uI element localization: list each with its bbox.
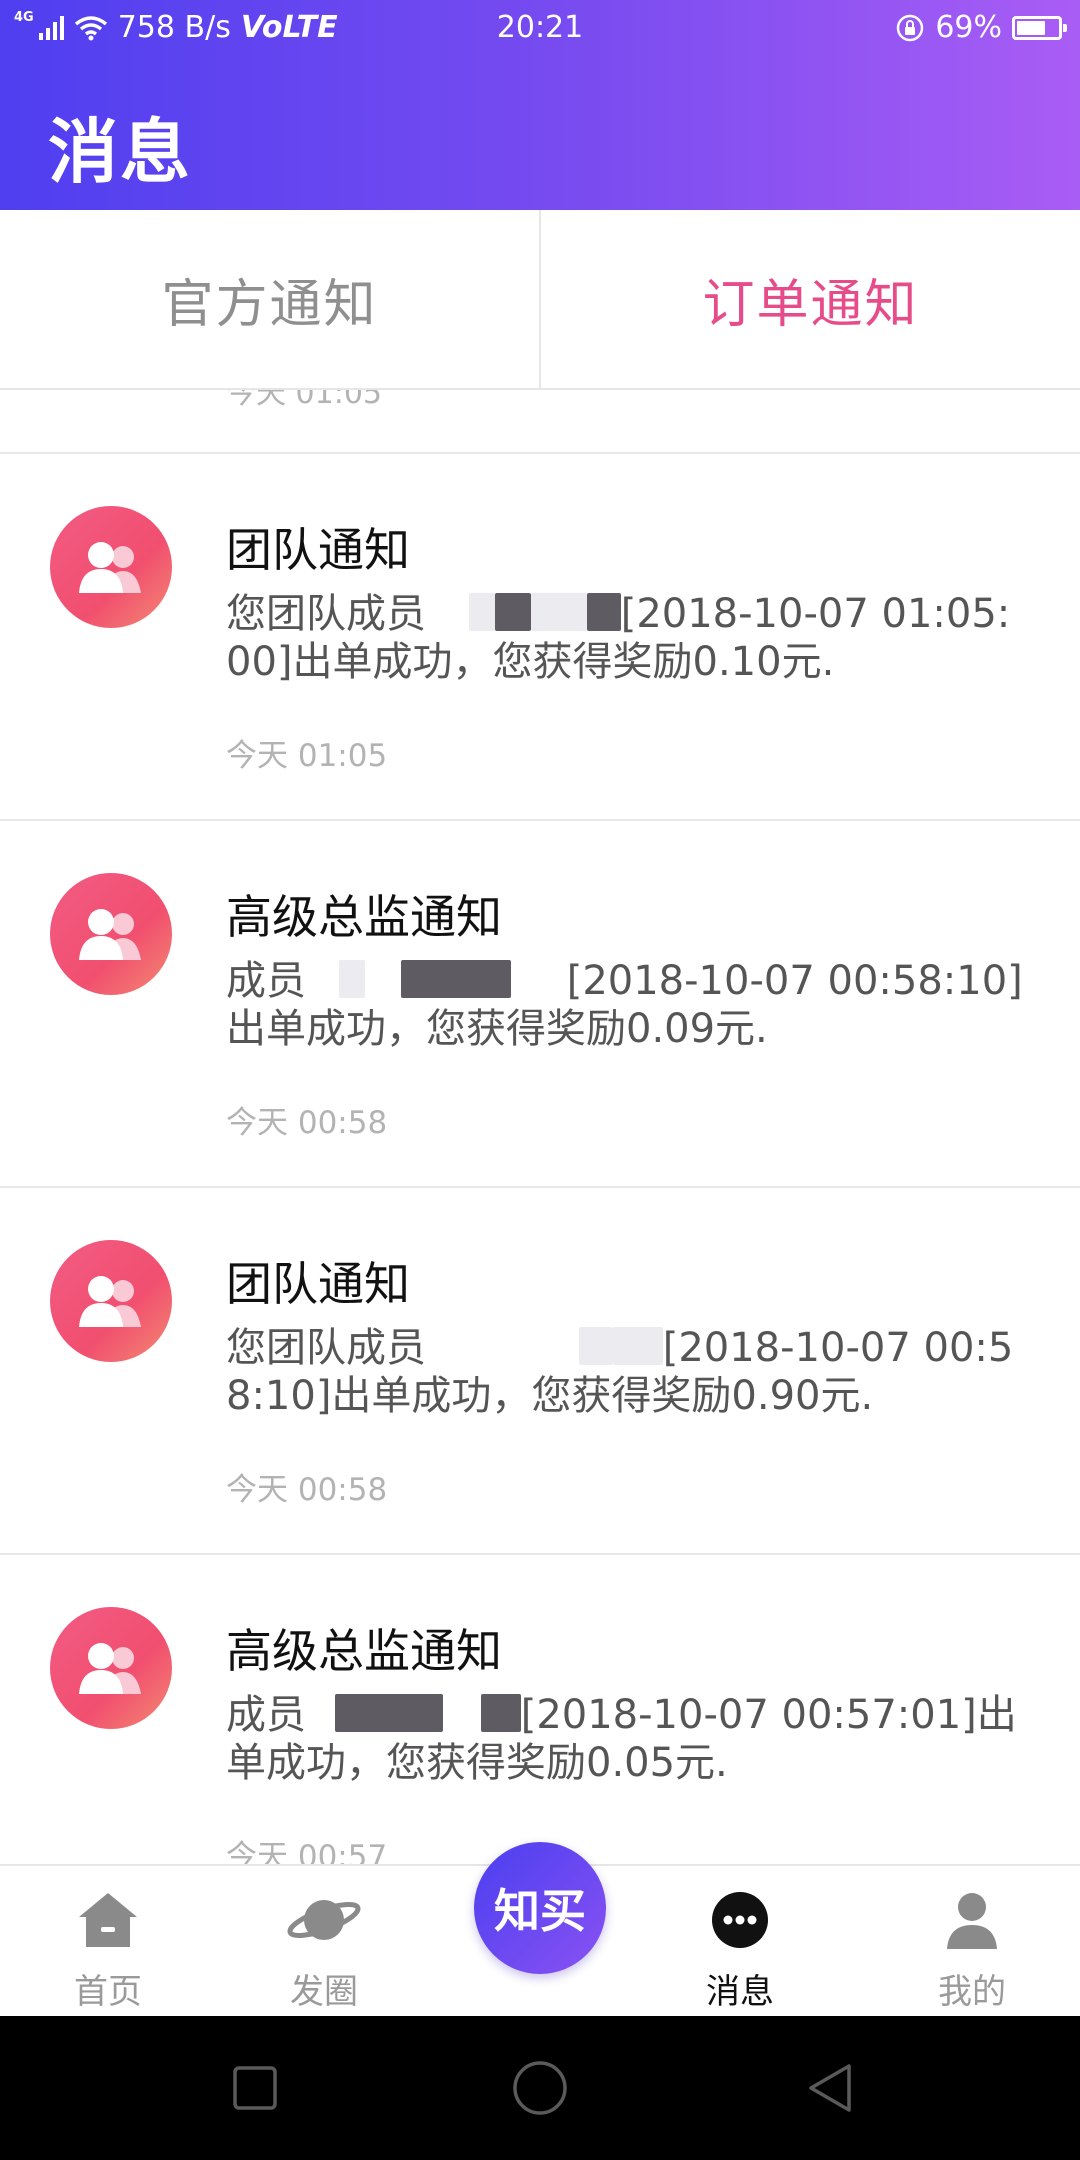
nav-item-circle[interactable]: 发圈: [234, 1880, 414, 2016]
item-title: 高级总监通知: [226, 1624, 502, 1678]
redacted-mask: [468, 593, 495, 631]
square-icon: [233, 2066, 277, 2110]
battery-icon: [1012, 15, 1067, 40]
item-body: 成员 [2018-10-07 00:57:01]出单成功，您获得奖励0.05元.: [226, 1691, 1026, 1787]
nav-label: 消息: [706, 1972, 774, 2012]
nav-item-mine[interactable]: 我的: [882, 1880, 1062, 2016]
item-time: 今天 00:57: [226, 1839, 388, 1864]
avatar: [50, 873, 172, 995]
recent-apps-button[interactable]: [220, 2056, 290, 2120]
rotation-lock-icon: [897, 14, 924, 41]
redacted-mask: [338, 960, 365, 998]
redacted-mask: [612, 1327, 663, 1365]
zhimai-center-button[interactable]: 知买: [474, 1842, 606, 1974]
list-item[interactable]: 团队通知 您团队成员 [2018-10-07 01:05:00]出单成功，您获得…: [0, 454, 1080, 821]
item-time: 今天 00:58: [226, 1472, 388, 1508]
avatar: [50, 506, 172, 628]
avatar: [50, 1240, 172, 1362]
team-users-icon: [79, 1643, 141, 1694]
home-icon: [18, 1880, 198, 1960]
item-title: 高级总监通知: [226, 890, 502, 944]
item-body: 您团队成员 [2018-10-07 00:58:10]出单成功，您获得奖励0.9…: [226, 1324, 1026, 1420]
back-triangle-icon: [809, 2064, 851, 2112]
list-item[interactable]: 团队通知 您团队成员 [2018-10-07 00:58:10]出单成功，您获得…: [0, 1188, 1080, 1555]
list-item[interactable]: 高级总监通知 成员 [2018-10-07 00:57:01]出单成功，您获得奖…: [0, 1555, 1080, 1864]
tab-official-notice[interactable]: 官方通知: [0, 210, 539, 388]
redacted-mask: [480, 1694, 521, 1732]
team-users-icon: [79, 909, 141, 960]
circle-icon: [513, 2061, 567, 2115]
team-users-icon: [79, 542, 141, 593]
nav-item-home[interactable]: 首页: [18, 1880, 198, 2016]
item-title: 团队通知: [226, 1257, 410, 1311]
item-title: 团队通知: [226, 523, 410, 577]
item-body-prefix: 成员: [226, 1692, 306, 1738]
cut-off-item-time: 今天 01:05: [226, 390, 382, 411]
status-right: 69%: [895, 10, 1067, 45]
redacted-mask: [400, 960, 511, 998]
item-body: 成员 [2018-10-07 00:58:10]出单成功，您获得奖励0.09元.: [226, 957, 1026, 1053]
item-time: 今天 01:05: [226, 738, 388, 774]
redacted-mask: [494, 593, 531, 631]
team-users-icon: [79, 1276, 141, 1327]
redacted-mask: [530, 593, 587, 631]
message-list[interactable]: 今天 01:05 团队通知 您团队成员 [2018-10-07 01:05:00…: [0, 390, 1080, 1864]
home-system-button[interactable]: [505, 2056, 575, 2120]
item-body: 您团队成员 [2018-10-07 01:05:00]出单成功，您获得奖励0.1…: [226, 590, 1026, 686]
list-item[interactable]: 高级总监通知 成员 [2018-10-07 00:58:10]出单成功，您获得奖…: [0, 821, 1080, 1188]
notification-tabs: 官方通知 订单通知: [0, 210, 1080, 390]
item-time: 今天 00:58: [226, 1105, 388, 1141]
nav-item-messages[interactable]: 消息: [650, 1880, 830, 2016]
tab-order-notice[interactable]: 订单通知: [539, 210, 1080, 388]
message-dots-icon: [650, 1880, 830, 1960]
nav-label: 发圈: [290, 1972, 358, 2012]
avatar: [50, 1607, 172, 1729]
page-title: 消息: [48, 111, 192, 193]
battery-percent: 69%: [935, 10, 1002, 45]
planet-icon: [234, 1880, 414, 1960]
item-body-prefix: 您团队成员: [226, 591, 426, 637]
system-nav-bar: [0, 2016, 1080, 2160]
battery-fill: [1017, 20, 1045, 35]
redacted-mask: [578, 1327, 613, 1365]
status-bar: 4G 758 B/s VoLTE 20:21 69%: [0, 0, 1080, 56]
item-body-prefix: 您团队成员: [226, 1325, 426, 1371]
nav-label: 首页: [74, 1972, 142, 2012]
redacted-mask: [586, 593, 621, 631]
screen: 4G 758 B/s VoLTE 20:21 69% 消息 官方通知 订单通知 …: [0, 0, 1080, 2160]
redacted-mask: [334, 1694, 443, 1732]
back-button[interactable]: [795, 2056, 865, 2120]
nav-label: 我的: [938, 1972, 1006, 2012]
app-header: 4G 758 B/s VoLTE 20:21 69% 消息: [0, 0, 1080, 210]
item-body-prefix: 成员: [226, 958, 306, 1004]
person-icon: [882, 1880, 1062, 1960]
